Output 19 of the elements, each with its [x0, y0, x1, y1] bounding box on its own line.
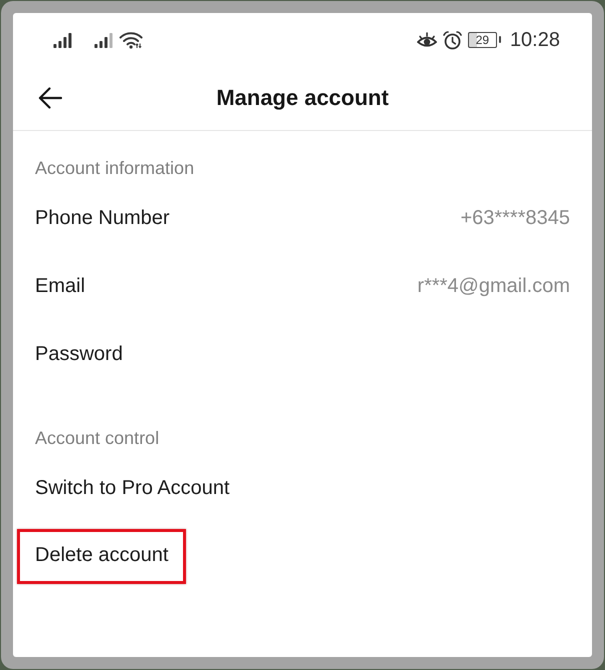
- back-arrow-icon: [38, 86, 62, 108]
- battery-percentage: 29: [476, 34, 490, 46]
- signal-icon: [53, 32, 73, 48]
- menu-item[interactable]: Switch to Pro Account: [35, 476, 230, 500]
- eye-icon: [416, 32, 437, 48]
- menu-item[interactable]: Delete account: [35, 542, 168, 566]
- section-heading: Account information: [35, 157, 194, 179]
- menu-item[interactable]: Phone Number: [35, 206, 170, 230]
- status-time: 10:28: [510, 28, 560, 52]
- page-title: Manage account: [216, 84, 389, 112]
- setting-value: r***4@gmail.com: [417, 274, 570, 298]
- menu-item[interactable]: Password: [35, 342, 123, 366]
- back-button[interactable]: [36, 84, 64, 110]
- wifi-icon: [119, 31, 143, 49]
- alarm-clock-icon: [442, 30, 462, 50]
- menu-item[interactable]: Email: [35, 274, 86, 298]
- section-heading: Account control: [35, 427, 160, 449]
- setting-value: +63****8345: [460, 206, 570, 230]
- signal-icon: [94, 32, 114, 48]
